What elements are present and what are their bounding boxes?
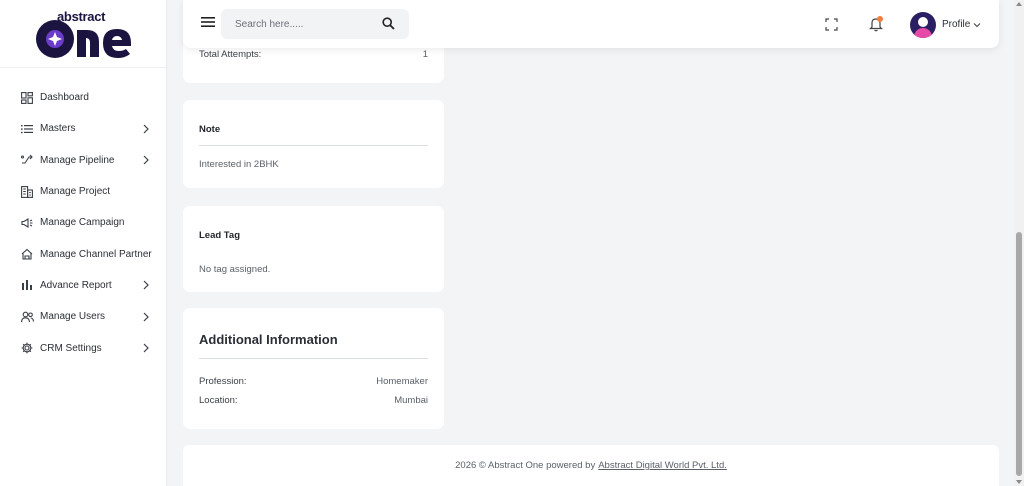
sidebar-item-manage-project[interactable]: Manage Project (0, 176, 166, 207)
chevron-right-icon (143, 343, 149, 353)
divider (199, 145, 428, 146)
footer-text: 2026 © Abstract One powered by (455, 460, 596, 471)
chevron-down-icon (973, 22, 981, 27)
chevron-right-icon (143, 312, 149, 322)
total-attempts-label: Total Attempts: (199, 49, 262, 60)
sidebar-item-advance-report[interactable]: Advance Report (0, 270, 166, 301)
chevron-right-icon (143, 280, 149, 290)
list-icon (20, 122, 34, 136)
additional-info-title: Additional Information (199, 332, 338, 347)
sidebar-item-label: Masters (40, 123, 76, 135)
search-input[interactable] (221, 9, 371, 39)
notification-dot (877, 16, 883, 22)
gear-icon (20, 341, 34, 355)
additional-info-card: Additional Information Profession: Homem… (183, 308, 444, 429)
avatar (910, 11, 936, 38)
top-bar: Profile (183, 0, 999, 48)
chevron-right-icon (143, 124, 149, 134)
profession-value: Homemaker (376, 376, 428, 387)
page-scrollbar[interactable] (1014, 0, 1024, 486)
scrollbar-thumb[interactable] (1016, 232, 1022, 476)
location-label: Location: (199, 395, 238, 406)
sidebar-item-label: Manage Campaign (40, 217, 125, 229)
sidebar-item-label: CRM Settings (40, 342, 102, 354)
scroll-down-arrow-icon[interactable] (1016, 480, 1022, 484)
sidebar-item-manage-pipeline[interactable]: Manage Pipeline (0, 145, 166, 176)
sidebar-item-manage-channel-partner[interactable]: Manage Channel Partner (0, 238, 166, 269)
fullscreen-icon[interactable] (825, 18, 838, 31)
logo-one-wordmark (36, 20, 131, 58)
sidebar-item-label: Manage Pipeline (40, 154, 115, 166)
sidebar-item-crm-settings[interactable]: CRM Settings (0, 332, 166, 363)
footer-company-link[interactable]: Abstract Digital World Pvt. Ltd. (598, 460, 727, 471)
menu-toggle-icon[interactable] (201, 16, 215, 28)
note-text: Interested in 2BHK (199, 159, 279, 170)
note-title: Note (199, 124, 221, 135)
users-icon (20, 310, 34, 324)
sidebar-item-label: Dashboard (40, 92, 89, 104)
sidebar-item-dashboard[interactable]: Dashboard (0, 82, 166, 113)
lead-tag-text: No tag assigned. (199, 264, 271, 275)
sidebar-item-label: Manage Channel Partner (40, 248, 152, 260)
note-card: Note Interested in 2BHK (183, 100, 444, 188)
footer: 2026 © Abstract One powered by Abstract … (183, 445, 999, 486)
profile-label: Profile (942, 19, 971, 30)
brand-logo[interactable]: abstract (0, 0, 166, 68)
lead-tag-title: Lead Tag (199, 230, 240, 241)
sidebar-item-manage-campaign[interactable]: Manage Campaign (0, 207, 166, 238)
sidebar-item-masters[interactable]: Masters (0, 113, 166, 144)
sidebar-item-label: Manage Users (40, 311, 106, 323)
sidebar: abstract Dashboard Masters Manage Pipeli… (0, 0, 167, 486)
location-value: Mumbai (394, 395, 428, 406)
search-icon[interactable] (382, 17, 395, 30)
profession-label: Profession: (199, 376, 247, 387)
pipeline-icon (20, 153, 34, 167)
partner-icon (20, 247, 34, 261)
sidebar-item-label: Advance Report (40, 279, 112, 291)
search-box (221, 9, 409, 39)
lead-tag-card: Lead Tag No tag assigned. (183, 206, 444, 292)
dashboard-icon (20, 91, 34, 105)
bar-chart-icon (20, 278, 34, 292)
scroll-up-arrow-icon[interactable] (1016, 2, 1022, 6)
total-attempts-value: 1 (422, 49, 428, 60)
sidebar-nav: Dashboard Masters Manage Pipeline Manage… (0, 68, 166, 364)
sidebar-item-label: Manage Project (40, 186, 111, 198)
sidebar-item-manage-users[interactable]: Manage Users (0, 301, 166, 332)
chevron-right-icon (143, 155, 149, 165)
profile-menu[interactable]: Profile (910, 11, 981, 38)
megaphone-icon (20, 216, 34, 230)
divider (199, 358, 428, 359)
building-icon (20, 185, 34, 199)
